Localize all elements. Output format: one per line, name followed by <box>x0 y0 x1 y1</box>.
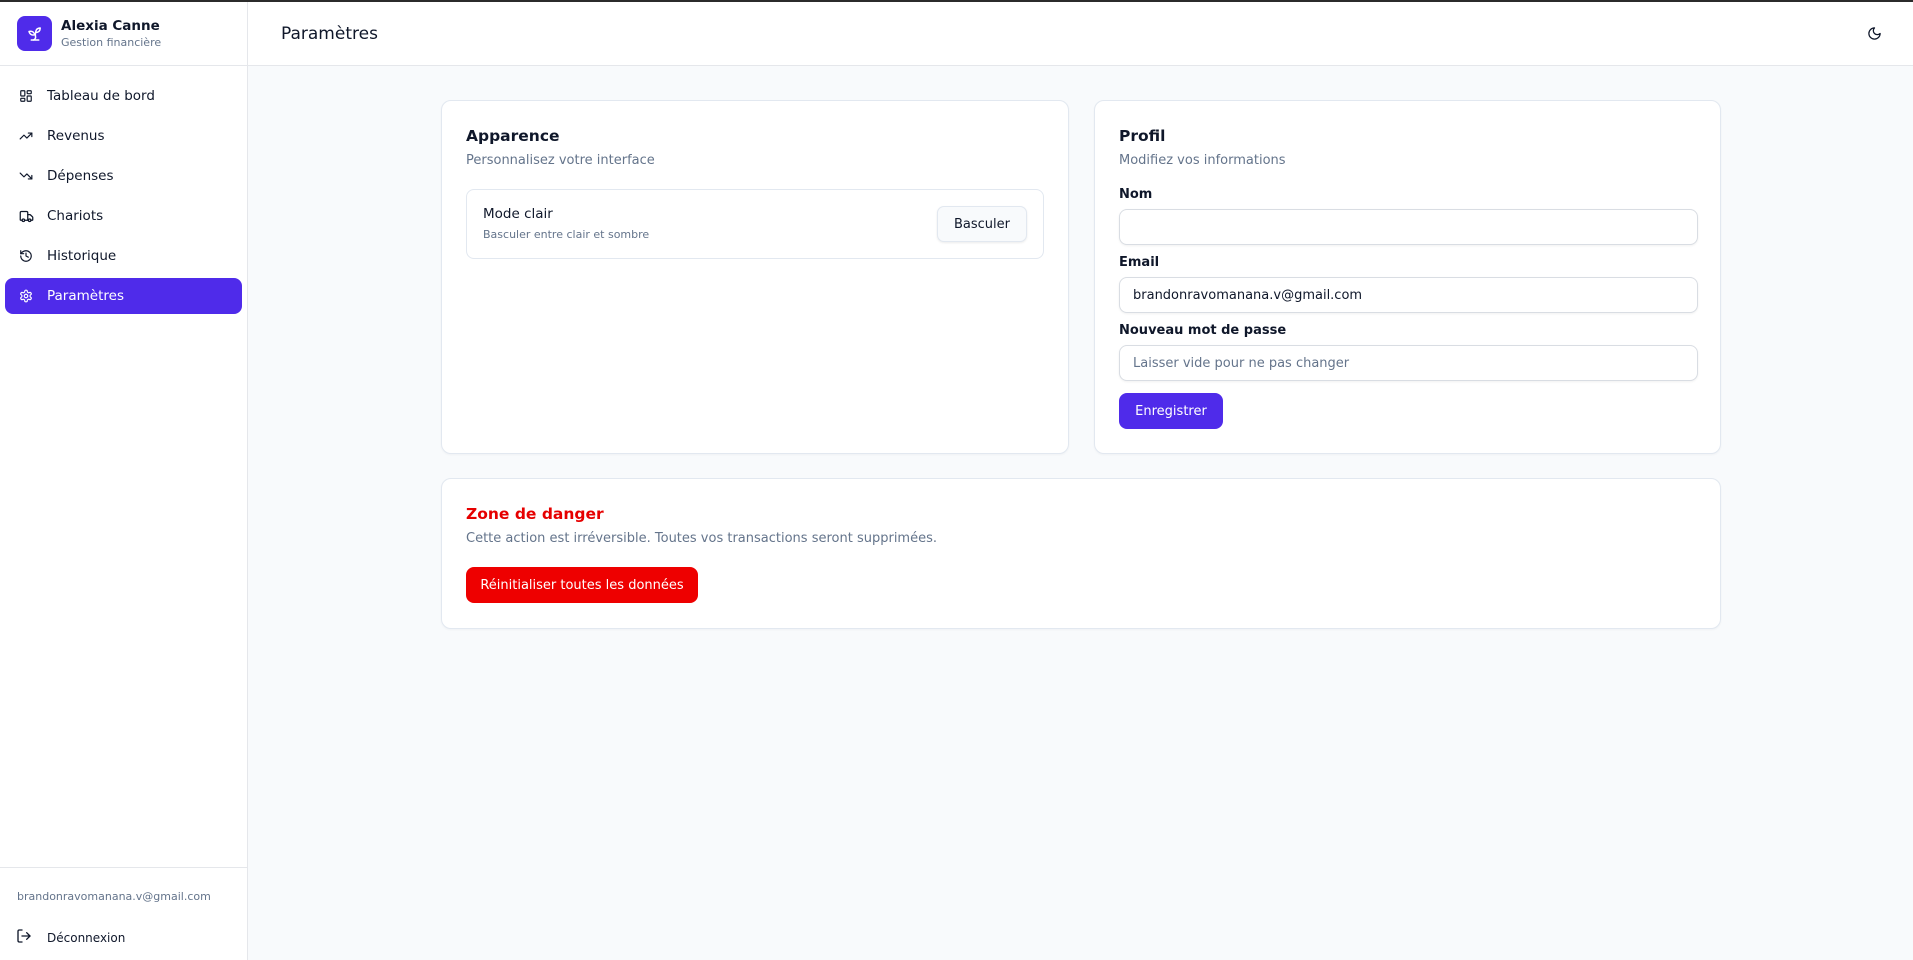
page-title: Paramètres <box>281 24 378 44</box>
sidebar-item-label: Paramètres <box>47 288 124 304</box>
sidebar-item-label: Dépenses <box>47 168 114 184</box>
sidebar-item-label: Revenus <box>47 128 105 144</box>
sidebar-item-chariots[interactable]: Chariots <box>5 198 242 234</box>
sidebar: Alexia Canne Gestion financière Tableau … <box>0 2 248 960</box>
danger-title: Zone de danger <box>466 505 604 523</box>
sprout-icon <box>17 16 52 51</box>
sidebar-item-parametres[interactable]: Paramètres <box>5 278 242 314</box>
email-field[interactable] <box>1119 277 1698 313</box>
user-email: brandonravomanana.v@gmail.com <box>17 890 211 903</box>
brand-name: Alexia Canne <box>61 17 160 34</box>
sidebar-item-dashboard[interactable]: Tableau de bord <box>5 78 242 114</box>
sidebar-item-label: Chariots <box>47 208 104 224</box>
danger-zone-card: Zone de danger Cette action est irrévers… <box>441 478 1721 629</box>
mode-description: Basculer entre clair et sombre <box>483 228 650 241</box>
trending-down-icon <box>18 168 34 184</box>
profile-title: Profil <box>1119 127 1166 145</box>
sidebar-footer: brandonravomanana.v@gmail.com Déconnexio… <box>0 867 247 960</box>
sidebar-item-historique[interactable]: Historique <box>5 238 242 274</box>
password-field[interactable] <box>1119 345 1698 381</box>
sidebar-item-label: Tableau de bord <box>47 88 155 104</box>
password-label: Nouveau mot de passe <box>1119 323 1287 338</box>
trending-up-icon <box>18 128 34 144</box>
theme-mode-row: Mode clair Basculer entre clair et sombr… <box>466 189 1044 259</box>
profile-card: Profil Modifiez vos informations Nom Ema… <box>1094 100 1721 454</box>
toggle-theme-button[interactable]: Basculer <box>937 206 1027 242</box>
appearance-title: Apparence <box>466 127 560 145</box>
brand: Alexia Canne Gestion financière <box>0 2 247 66</box>
appearance-subtitle: Personnalisez votre interface <box>466 153 655 168</box>
logout-button[interactable]: Déconnexion <box>16 928 125 947</box>
truck-icon <box>18 208 34 224</box>
sidebar-item-depenses[interactable]: Dépenses <box>5 158 242 194</box>
log-out-icon <box>16 928 32 947</box>
logout-label: Déconnexion <box>47 930 126 945</box>
moon-icon <box>1867 26 1882 45</box>
name-field[interactable] <box>1119 209 1698 245</box>
sidebar-item-revenus[interactable]: Revenus <box>5 118 242 154</box>
profile-subtitle: Modifiez vos informations <box>1119 153 1286 168</box>
brand-subtitle: Gestion financière <box>61 35 162 49</box>
header: Paramètres <box>248 2 1913 66</box>
sidebar-nav: Tableau de bord Revenus Dépenses Chariot… <box>0 66 247 314</box>
email-label: Email <box>1119 255 1160 270</box>
settings-gear-icon <box>18 288 34 304</box>
sidebar-item-label: Historique <box>47 248 117 264</box>
history-icon <box>18 248 34 264</box>
save-button[interactable]: Enregistrer <box>1119 393 1223 429</box>
dashboard-grid-icon <box>18 88 34 104</box>
name-label: Nom <box>1119 187 1153 202</box>
danger-description: Cette action est irréversible. Toutes vo… <box>466 531 937 546</box>
mode-title: Mode clair <box>483 206 553 222</box>
appearance-card: Apparence Personnalisez votre interface … <box>441 100 1069 454</box>
reset-data-button[interactable]: Réinitialiser toutes les données <box>466 567 698 603</box>
theme-toggle-button[interactable] <box>1865 26 1883 44</box>
